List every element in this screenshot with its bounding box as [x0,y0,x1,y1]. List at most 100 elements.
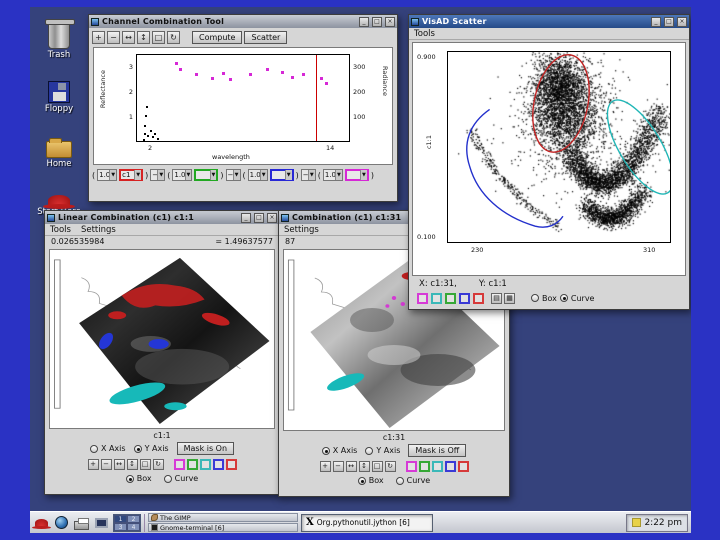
channel-color-button[interactable] [417,292,428,304]
channel-color-button[interactable] [431,292,442,304]
tool-button[interactable]: ↔ [113,458,125,470]
mask-toggle-button[interactable]: Mask is Off [408,444,467,457]
operator-combo[interactable]: − ▼ [225,169,241,181]
curve-radio[interactable]: Curve [559,294,594,303]
minimize-button[interactable]: _ [241,212,251,223]
operator-combo[interactable]: − ▼ [150,169,166,181]
tool-button[interactable]: + [87,458,99,470]
task-button-jython[interactable]: X Org.pythonutil.jython [6] [301,513,433,532]
channel-color-button[interactable] [459,292,470,304]
channel-combo[interactable]: ▼ [194,169,219,181]
channel-color-button[interactable] [405,460,417,472]
coefficient-combo[interactable]: 1.0 ▼ [97,169,118,181]
coefficient-combo[interactable]: 1.0 ▼ [322,169,343,181]
close-button[interactable]: × [267,212,277,223]
tool-button[interactable]: □ [152,30,165,44]
tool-button[interactable]: ↔ [345,460,357,472]
channel-combo[interactable]: ▼ [344,169,369,181]
x-axis-radio[interactable]: X Axis [89,444,126,453]
screen-launcher[interactable] [93,514,110,532]
workspace-cell-2[interactable]: 2 [127,514,140,523]
channel-color-button[interactable] [186,458,198,470]
task-button-terminal[interactable]: Gnome-terminal [6] [148,523,298,532]
channel-color-button[interactable] [457,460,469,472]
box-radio[interactable]: Box [357,476,384,485]
channel-color-button[interactable] [212,458,224,470]
workspace-cell-3[interactable]: 3 [114,522,127,531]
tool-button[interactable]: □ [371,460,383,472]
titlebar[interactable]: Linear Combination (c1) c1:1 _ □ × [45,211,279,224]
close-button[interactable]: × [385,16,395,27]
y-axis-radio[interactable]: Y Axis [365,446,400,455]
tool-button[interactable]: ↕ [137,30,150,44]
minimize-button[interactable]: _ [651,16,661,27]
titlebar[interactable]: VisAD Scatter _ □ × [409,15,689,28]
scatter-plot[interactable]: 0.900 0.100 c1:1 230 310 [412,42,686,276]
printer-launcher[interactable] [73,514,90,532]
tool-button[interactable]: − [332,460,344,472]
visad-scatter-canvas[interactable] [448,52,670,242]
tool-button[interactable]: ↔ [122,30,135,44]
menu-settings[interactable]: Settings [81,225,116,235]
channel-color-button[interactable] [445,292,456,304]
tool-button[interactable]: ▤ [491,292,502,304]
tool-button[interactable]: − [100,458,112,470]
curve-radio[interactable]: Curve [163,474,198,483]
box-radio[interactable]: Box [531,294,557,303]
main-menu-button[interactable] [32,514,51,532]
tool-button[interactable]: ↕ [126,458,138,470]
tool-button[interactable]: + [92,30,105,44]
coefficient-combo[interactable]: 1.0 ▼ [172,169,193,181]
channel-color-button[interactable] [444,460,456,472]
compute-button[interactable]: Compute [192,30,243,44]
task-button-gimp[interactable]: The GIMP [148,513,298,522]
channel-color-button[interactable] [225,458,237,470]
tool-button[interactable]: − [107,30,120,44]
tool-button[interactable]: ▦ [504,292,515,304]
tool-button[interactable]: ↻ [167,30,180,44]
desktop-background[interactable]: Trash Floppy Home Start Here Linear Comb… [30,7,691,533]
maximize-button[interactable]: □ [254,212,264,223]
desktop-icon-trash[interactable]: Trash [36,19,82,60]
tool-button[interactable]: ↻ [384,460,396,472]
browser-launcher[interactable] [53,514,70,532]
maximize-button[interactable]: □ [664,16,674,27]
box-radio[interactable]: Box [125,474,152,483]
close-button[interactable]: × [677,16,687,27]
channel-combo[interactable]: c1 ▼ [119,169,144,181]
tool-button[interactable]: ↻ [152,458,164,470]
minimize-button[interactable]: _ [359,16,369,27]
y-axis-radio[interactable]: Y Axis [133,444,169,453]
tool-button[interactable]: □ [139,458,151,470]
channel-combo[interactable]: ▼ [269,169,294,181]
cct-axis-box[interactable] [136,54,350,142]
tool-button[interactable]: + [319,460,331,472]
menu-tools[interactable]: Tools [414,29,435,39]
workspace-cell-1[interactable]: 1 [114,514,127,523]
x-axis-radio[interactable]: X Axis [321,446,357,455]
menu-settings[interactable]: Settings [284,225,319,235]
desktop-icon-home[interactable]: Home [36,131,82,169]
tool-button[interactable]: ↕ [358,460,370,472]
operator-combo[interactable]: − ▼ [300,169,316,181]
visad-axis-box[interactable] [447,51,671,243]
workspace-pager[interactable]: 1234 [113,513,141,532]
workspace-cell-4[interactable]: 4 [127,522,140,531]
image-display-c1-1[interactable] [49,249,275,429]
scatter-button[interactable]: Scatter [244,30,288,44]
channel-color-button[interactable] [199,458,211,470]
maximize-button[interactable]: □ [372,16,382,27]
channel-color-button[interactable] [173,458,185,470]
channel-color-button[interactable] [473,292,484,304]
selected-wavelength-line[interactable] [315,55,317,141]
channel-color-button[interactable] [418,460,430,472]
mask-toggle-button[interactable]: Mask is On [176,442,235,455]
coefficient-combo[interactable]: 1.0 ▼ [247,169,268,181]
titlebar[interactable]: Channel Combination Tool _ □ × [89,15,397,28]
curve-radio[interactable]: Curve [395,476,430,485]
menu-tools[interactable]: Tools [50,225,71,235]
clock[interactable]: 2:22 pm [626,513,688,532]
desktop-icon-floppy[interactable]: Floppy [36,75,82,114]
spectrum-plot[interactable]: Reflectance Radiance 3 2 1 300 200 100 2… [93,47,393,165]
channel-color-button[interactable] [431,460,443,472]
